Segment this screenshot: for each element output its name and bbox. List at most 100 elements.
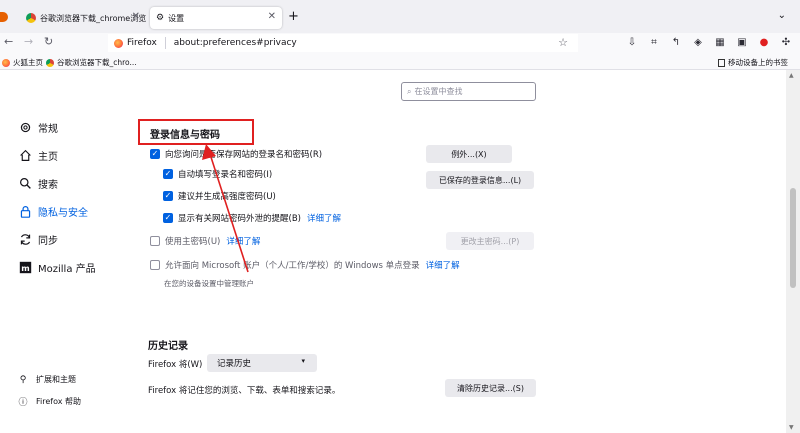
extension-icon[interactable]: ◈ xyxy=(692,36,704,48)
reload-icon[interactable]: ↻ xyxy=(44,35,53,48)
chevron-down-icon: ▾ xyxy=(301,357,305,365)
change-primary-password-button[interactable]: 更改主密码...(P) xyxy=(446,232,534,250)
star-bookmark-icon[interactable]: ☆ xyxy=(558,36,568,49)
chrome-favicon-icon xyxy=(26,13,36,23)
history-mode-select[interactable]: 记录历史 ▾ xyxy=(207,354,317,372)
close-icon[interactable]: ✕ xyxy=(268,11,276,22)
primary-password-checkbox[interactable]: 使用主密码(U) 详细了解 xyxy=(150,235,260,247)
checkbox-label: 建议并生成高强度密码(U) xyxy=(178,192,276,202)
history-mode-value: 记录历史 xyxy=(217,359,252,369)
grid-icon[interactable]: ▦ xyxy=(714,36,726,48)
sidebar-item-label: 同步 xyxy=(38,236,58,247)
firefox-logo-icon xyxy=(114,38,123,48)
sidebar-item-label: Mozilla 产品 xyxy=(38,264,96,275)
mozilla-m-icon: m xyxy=(18,261,32,275)
ask-save-logins-checkbox[interactable]: ✓ 向您询问是否保存网站的登录名和密码(R) xyxy=(150,148,322,160)
home-icon xyxy=(18,149,32,163)
firefox-logo-icon xyxy=(2,58,10,67)
search-placeholder: 在设置中查找 xyxy=(414,87,463,96)
gear-icon xyxy=(18,121,32,135)
bookmark-chrome-download[interactable]: 谷歌浏览器下载_chro... xyxy=(46,57,137,68)
checkbox-unchecked[interactable] xyxy=(150,260,160,270)
scroll-down-icon[interactable]: ▼ xyxy=(789,424,794,431)
exceptions-button[interactable]: 例外...(X) xyxy=(426,145,512,163)
checkbox-label: 向您询问是否保存网站的登录名和密码(R) xyxy=(165,150,323,160)
tab-strip: 谷歌浏览器下载_chrome浏览器 ✕ ⚙ 设置 ✕ + ⌄ xyxy=(0,0,800,33)
divider xyxy=(164,37,166,49)
puzzle-icon[interactable]: ✣ xyxy=(780,36,792,48)
checkbox-checked[interactable]: ✓ xyxy=(163,169,173,179)
saved-logins-button[interactable]: 已保存的登录信息...(L) xyxy=(426,171,534,189)
bookmark-label: 谷歌浏览器下载_chro... xyxy=(57,58,137,67)
checkbox-checked[interactable]: ✓ xyxy=(150,149,160,159)
close-icon[interactable]: ✕ xyxy=(132,11,140,22)
toolbar-icons: ⇩ ⌗ ↰ ◈ ▦ ▣ ● ✣ ≡ xyxy=(626,36,800,48)
checkbox-label: 使用主密码(U) xyxy=(165,237,221,247)
sidebar-item-label: 搜索 xyxy=(38,180,58,191)
sidebar-item-sync[interactable]: 同步 xyxy=(18,232,58,247)
url-bar[interactable]: Firefox about:preferences#privacy ☆ xyxy=(108,34,578,52)
mobile-device-icon xyxy=(718,58,725,67)
bookmark-mobile[interactable]: 移动设备上的书签 xyxy=(718,57,788,68)
forward-arrow-icon[interactable]: → xyxy=(24,35,33,48)
tab-label: 谷歌浏览器下载_chrome浏览器 xyxy=(40,13,146,23)
search-icon xyxy=(18,177,32,191)
breach-alerts-checkbox[interactable]: ✓ 显示有关网站密码外泄的提醒(B) 详细了解 xyxy=(163,212,341,224)
sidebar-item-search[interactable]: 搜索 xyxy=(18,176,58,191)
sidebar-item-label: Firefox 帮助 xyxy=(36,397,82,406)
back-arrow-icon[interactable]: ← xyxy=(4,35,13,48)
sidebar-item-home[interactable]: 主页 xyxy=(18,148,58,163)
checkbox-label: 自动填写登录名和密码(I) xyxy=(178,170,273,180)
tab-settings[interactable]: ⚙ 设置 ✕ xyxy=(150,7,282,29)
learn-more-link[interactable]: 详细了解 xyxy=(226,235,260,247)
help-icon: ⓘ xyxy=(18,398,28,408)
search-icon: ⌕ xyxy=(407,86,412,96)
bookmarks-toolbar: 火狐主页 谷歌浏览器下载_chro... 移动设备上的书签 xyxy=(0,53,800,70)
chevron-down-icon[interactable]: ⌄ xyxy=(778,10,786,21)
sidebar-item-label: 主页 xyxy=(38,152,58,163)
bookmark-label: 移动设备上的书签 xyxy=(728,58,788,67)
scroll-up-icon[interactable]: ▲ xyxy=(789,72,794,79)
crop-icon[interactable]: ⌗ xyxy=(648,36,660,48)
checkbox-checked[interactable]: ✓ xyxy=(163,191,173,201)
sidebar-item-firefox-help[interactable]: ⓘ Firefox 帮助 xyxy=(18,396,82,408)
sidebar-item-mozilla-products[interactable]: m Mozilla 产品 xyxy=(18,260,96,275)
checkbox-checked[interactable]: ✓ xyxy=(163,213,173,223)
checkbox-label: 允许面向 Microsoft 账户（个人/工作/学校）的 Windows 单点登… xyxy=(165,261,420,271)
learn-more-link[interactable]: 详细了解 xyxy=(307,212,341,224)
sync-icon xyxy=(18,233,32,247)
sidebar-item-label: 隐私与安全 xyxy=(38,208,88,219)
settings-page: ⌕ 在设置中查找 常规 主页 搜索 隐私与安全 同步 m Mozilla 产品 … xyxy=(0,70,786,433)
checkbox-unchecked[interactable] xyxy=(150,236,160,246)
new-tab-plus-icon[interactable]: + xyxy=(288,9,299,24)
sidebar-item-extensions-themes[interactable]: ⚲ 扩展和主题 xyxy=(18,374,76,385)
windows-sso-hint: 在您的设备设置中管理账户 xyxy=(164,279,254,288)
sidebar-item-label: 常规 xyxy=(38,124,58,135)
sidebar-item-label: 扩展和主题 xyxy=(36,375,76,384)
bookmark-firefox-home[interactable]: 火狐主页 xyxy=(2,57,43,68)
autofill-logins-checkbox[interactable]: ✓ 自动填写登录名和密码(I) xyxy=(163,168,272,180)
windows-sso-checkbox[interactable]: 允许面向 Microsoft 账户（个人/工作/学校）的 Windows 单点登… xyxy=(150,259,460,271)
suggest-passwords-checkbox[interactable]: ✓ 建议并生成高强度密码(U) xyxy=(163,190,276,202)
settings-search-input[interactable]: ⌕ 在设置中查找 xyxy=(401,82,536,101)
clear-history-button[interactable]: 清除历史记录...(S) xyxy=(445,379,536,397)
bookmark-label: 火狐主页 xyxy=(13,58,43,67)
download-icon[interactable]: ⇩ xyxy=(626,36,638,48)
sidebar-item-general[interactable]: 常规 xyxy=(18,120,58,135)
firefox-view-tab[interactable] xyxy=(0,12,8,22)
url-text: about:preferences#privacy xyxy=(173,38,297,48)
reply-icon[interactable]: ↰ xyxy=(670,36,682,48)
learn-more-link[interactable]: 详细了解 xyxy=(426,259,460,271)
sidebar-item-privacy[interactable]: 隐私与安全 xyxy=(18,204,88,219)
tab-label: 设置 xyxy=(168,13,185,23)
checkbox-label: 显示有关网站密码外泄的提醒(B) xyxy=(178,214,301,224)
logins-section-title: 登录信息与密码 xyxy=(150,130,220,141)
gear-icon: ⚙ xyxy=(156,13,165,23)
tab-chrome-download[interactable]: 谷歌浏览器下载_chrome浏览器 ✕ xyxy=(20,7,146,29)
vertical-scrollbar[interactable]: ▲ ▼ xyxy=(786,70,800,433)
record-icon[interactable]: ● xyxy=(758,36,770,48)
screenshot-icon[interactable]: ▣ xyxy=(736,36,748,48)
chrome-favicon-icon xyxy=(46,58,54,67)
scrollbar-thumb[interactable] xyxy=(790,188,796,288)
identity-label: Firefox xyxy=(127,38,157,48)
